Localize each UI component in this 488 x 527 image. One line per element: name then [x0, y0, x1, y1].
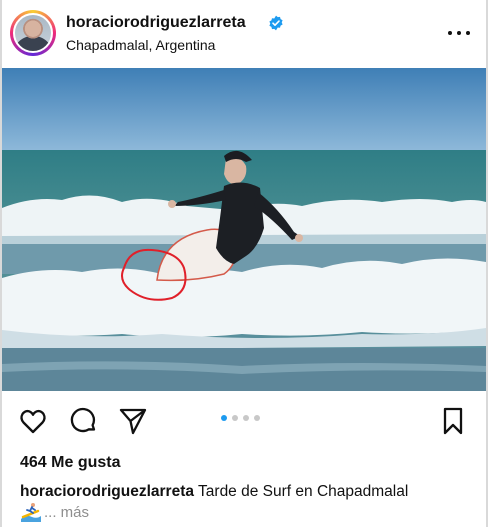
- likes-count[interactable]: 464 Me gusta: [20, 454, 120, 472]
- location-link[interactable]: Chapadmalal, Argentina: [66, 37, 215, 53]
- surfer-emoji-icon: [21, 503, 41, 522]
- caption: horaciorodriguezlarreta Tarde de Surf en…: [20, 482, 480, 502]
- carousel-dot: [243, 415, 249, 421]
- send-icon[interactable]: [118, 406, 148, 436]
- avatar-image: [13, 13, 53, 53]
- comment-icon[interactable]: [68, 406, 98, 436]
- carousel-dot: [254, 415, 260, 421]
- verified-badge-icon: [269, 15, 283, 31]
- carousel-indicator: [221, 415, 260, 421]
- surf-photo-illustration: [2, 68, 486, 391]
- avatar[interactable]: [10, 10, 56, 56]
- action-bar: [0, 392, 488, 450]
- heart-icon[interactable]: [18, 406, 48, 436]
- post-photo[interactable]: [2, 68, 486, 391]
- carousel-dot-active: [221, 415, 227, 421]
- caption-username[interactable]: horaciorodriguezlarreta: [20, 483, 194, 500]
- bookmark-icon[interactable]: [438, 406, 468, 436]
- username-link[interactable]: horaciorodriguezlarreta: [66, 14, 246, 32]
- more-options-icon[interactable]: [448, 22, 470, 44]
- caption-continuation: ... más: [20, 502, 89, 522]
- post-header: horaciorodriguezlarreta Chapadmalal, Arg…: [0, 0, 488, 68]
- caption-text: Tarde de Surf en Chapadmalal: [198, 483, 409, 500]
- more-link[interactable]: ... más: [44, 504, 89, 521]
- carousel-dot: [232, 415, 238, 421]
